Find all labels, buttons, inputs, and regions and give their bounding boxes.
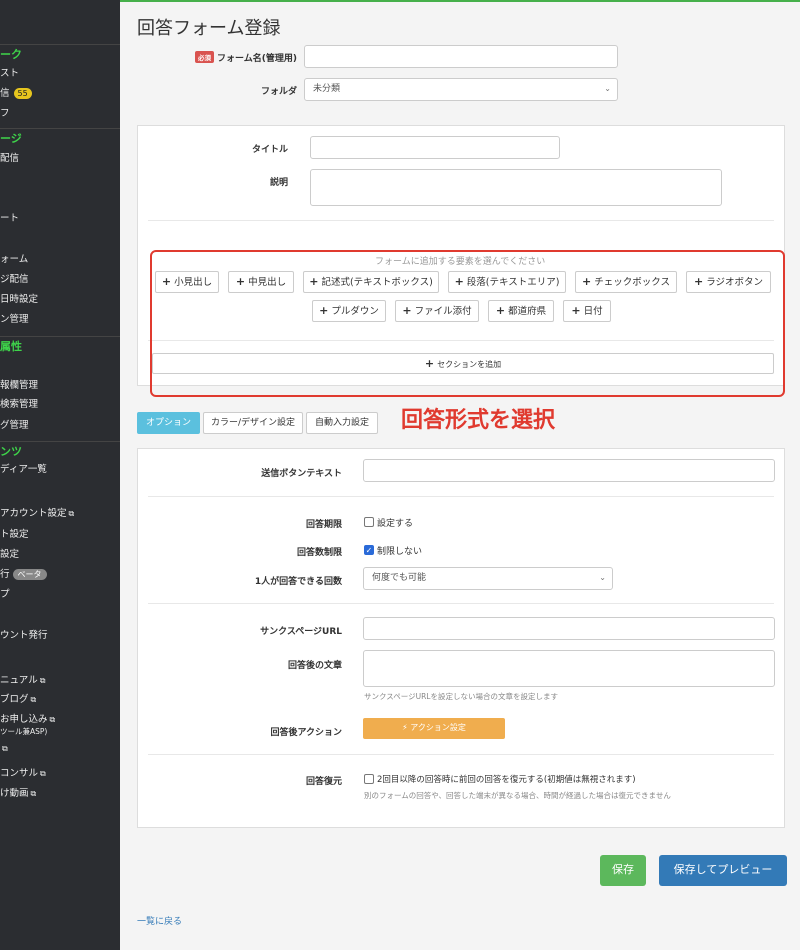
external-link-icon: ⧉ xyxy=(30,695,37,704)
sidebar-item[interactable]: ニュアル ⧉ xyxy=(0,675,45,687)
divider xyxy=(148,603,774,604)
sidebar-item[interactable]: ウント発行 xyxy=(0,630,48,642)
external-link-icon: ⧉ xyxy=(39,676,46,685)
sidebar-item[interactable]: 配信 xyxy=(0,153,19,165)
sidebar-item[interactable]: 検索管理 xyxy=(0,399,38,411)
thanks-url-label: サンクスページURL xyxy=(260,627,342,637)
sidebar-item[interactable]: アカウント設定 ⧉ xyxy=(0,508,74,520)
sidebar-item[interactable]: 信 55 xyxy=(0,88,32,100)
submit-text-label: 送信ボタンテキスト xyxy=(261,469,342,479)
external-link-icon: ⧉ xyxy=(30,789,37,798)
title-input[interactable] xyxy=(310,136,560,159)
sidebar: ークスト信 55 フージ配信ートォームジ配信日時設定ン管理属性報欄管理検索管理グ管理… xyxy=(0,0,120,950)
main-content: 回答フォーム登録 必須 フォーム名(管理用) フォルダ 未分類 ⌄ タイトル 説明… xyxy=(120,0,800,950)
external-link-icon: ⧉ xyxy=(2,744,8,753)
divider xyxy=(148,754,774,755)
page-title: 回答フォーム登録 xyxy=(137,18,281,39)
tab-auto-input[interactable]: 自動入力設定 xyxy=(306,412,378,434)
sidebar-section-heading: ンツ xyxy=(0,441,120,461)
sidebar-item[interactable]: ート xyxy=(0,213,19,225)
folder-select[interactable]: 未分類 ⌄ xyxy=(304,78,618,101)
required-badge: 必須 xyxy=(195,51,215,63)
beta-badge: ベータ xyxy=(12,569,47,580)
form-name-label: 必須 フォーム名(管理用) xyxy=(180,51,297,64)
sidebar-item[interactable]: フ xyxy=(0,108,10,120)
restore-check-label: 2回目以降の回答時に前回の回答を復元する(初期値は無視されます) xyxy=(377,775,636,785)
sidebar-section-heading: 属性 xyxy=(0,336,120,356)
after-text-hint: サンクスページURLを設定しない場合の文章を設定します xyxy=(364,692,558,701)
sidebar-item-subtext: ツール兼ASP) xyxy=(0,727,48,736)
sidebar-item[interactable]: ディア一覧 xyxy=(0,464,47,476)
tab-options[interactable]: オプション xyxy=(137,412,200,434)
divider xyxy=(148,220,774,221)
sidebar-item[interactable]: スト xyxy=(0,68,19,80)
sidebar-item[interactable]: ン管理 xyxy=(0,314,29,326)
thanks-url-input[interactable] xyxy=(363,617,775,640)
after-text-textarea[interactable] xyxy=(363,650,775,687)
chevron-down-icon: ⌄ xyxy=(599,573,606,582)
deadline-label: 回答期限 xyxy=(305,520,342,530)
sidebar-item[interactable]: コンサル ⧉ xyxy=(0,768,46,780)
after-action-label: 回答後アクション xyxy=(270,728,342,738)
limit-label: 回答数制限 xyxy=(296,548,342,558)
restore-hint: 別のフォームの回答や、回答した端末が異なる場合、時間が経過した場合は復元できませ… xyxy=(364,791,671,800)
action-settings-button[interactable]: ⚡ アクション設定 xyxy=(363,718,505,739)
back-to-list-link[interactable]: 一覧に戻る xyxy=(137,914,182,927)
limit-checkbox[interactable]: ✓ xyxy=(364,545,374,555)
sidebar-item[interactable]: ォーム xyxy=(0,254,28,266)
restore-checkbox[interactable] xyxy=(364,774,374,784)
per-person-select[interactable]: 何度でも可能 ⌄ xyxy=(363,567,613,590)
restore-label: 回答復元 xyxy=(305,777,342,787)
sidebar-item[interactable]: 行ベータ xyxy=(0,569,47,581)
sidebar-item[interactable]: ブログ ⧉ xyxy=(0,694,36,706)
description-label: 説明 xyxy=(269,178,288,188)
form-name-input[interactable] xyxy=(304,45,618,68)
description-textarea[interactable] xyxy=(310,169,722,206)
external-link-icon: ⧉ xyxy=(49,715,56,724)
count-badge: 55 xyxy=(13,88,32,99)
deadline-check-label: 設定する xyxy=(377,519,414,529)
per-person-label: 1人が回答できる回数 xyxy=(254,577,342,587)
save-preview-button[interactable]: 保存してプレビュー xyxy=(659,855,787,886)
deadline-checkbox[interactable] xyxy=(364,517,374,527)
sidebar-item[interactable]: 日時設定 xyxy=(0,294,38,306)
save-button[interactable]: 保存 xyxy=(600,855,646,886)
sidebar-item[interactable]: グ管理 xyxy=(0,420,29,432)
submit-text-input[interactable] xyxy=(363,459,775,482)
sidebar-item[interactable]: 報欄管理 xyxy=(0,380,38,392)
sidebar-item[interactable]: ⧉ xyxy=(0,743,8,755)
tab-color-design[interactable]: カラー/デザイン設定 xyxy=(203,412,303,434)
sidebar-item[interactable]: 設定 xyxy=(0,549,19,561)
limit-check-label: 制限しない xyxy=(377,547,423,557)
sidebar-item[interactable]: け動画 ⧉ xyxy=(0,788,36,800)
annotation-text: 回答形式を選択 xyxy=(401,408,556,433)
sidebar-item[interactable]: ジ配信 xyxy=(0,274,29,286)
after-text-label: 回答後の文章 xyxy=(287,661,342,671)
title-label: タイトル xyxy=(251,145,288,155)
divider xyxy=(148,496,774,497)
sidebar-section-heading: ーク xyxy=(0,44,120,64)
sidebar-item[interactable]: ト設定 xyxy=(0,529,29,541)
sidebar-item[interactable]: お申し込み ⧉ ツール兼ASP) xyxy=(0,714,55,738)
sidebar-item[interactable]: プ xyxy=(0,589,10,601)
external-link-icon: ⧉ xyxy=(40,769,46,778)
sidebar-section-heading: ージ xyxy=(0,128,120,148)
chevron-down-icon: ⌄ xyxy=(604,84,611,93)
folder-label: フォルダ xyxy=(260,87,297,97)
annotation-highlight-box xyxy=(150,250,785,397)
external-link-icon: ⧉ xyxy=(68,509,75,518)
